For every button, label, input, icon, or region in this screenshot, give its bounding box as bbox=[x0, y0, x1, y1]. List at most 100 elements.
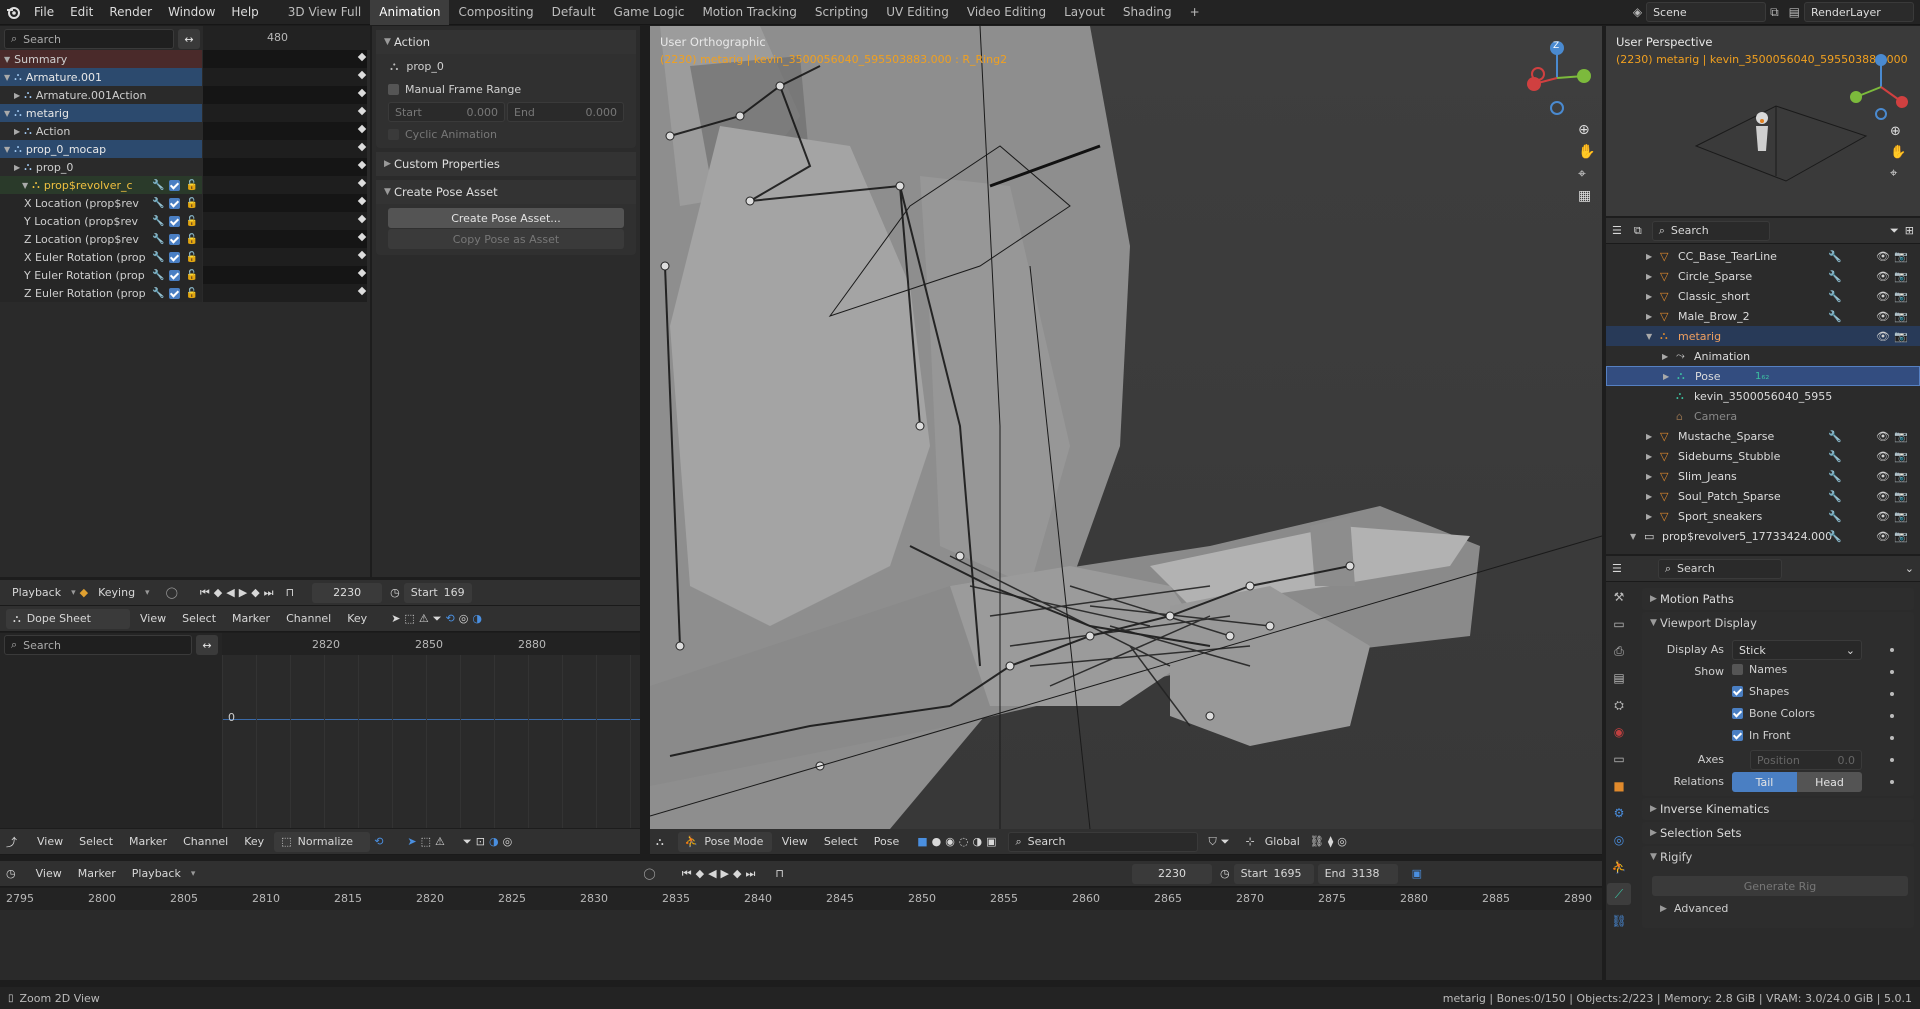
keying-menu[interactable]: Keying bbox=[92, 586, 141, 599]
pivot-icon[interactable]: ⊡ bbox=[476, 835, 485, 848]
menu-render[interactable]: Render bbox=[101, 0, 160, 25]
view-layer-selector[interactable]: ▤ RenderLayer bbox=[1789, 2, 1914, 22]
object-tab-icon[interactable]: ■ bbox=[1607, 775, 1631, 797]
lock-icon[interactable]: 🔓 bbox=[186, 216, 198, 227]
navigation-gizmo[interactable]: Z bbox=[1522, 36, 1592, 116]
wrench-icon[interactable]: 🔧 bbox=[152, 180, 164, 191]
bone-tab-icon[interactable]: ⟋ bbox=[1607, 883, 1631, 905]
view-layer-tab-icon[interactable]: ▤ bbox=[1607, 667, 1631, 689]
workspace-tab-compositing[interactable]: Compositing bbox=[449, 0, 542, 25]
zoom-icon[interactable]: ⊕ bbox=[1578, 122, 1595, 138]
mini-navigation-gizmo[interactable] bbox=[1846, 52, 1916, 122]
display-mode-icon[interactable]: ⧉ bbox=[1634, 224, 1642, 238]
outliner-row[interactable]: ▶ ▽ Sideburns_Stubble 🔧 👁 📷 bbox=[1606, 446, 1920, 466]
editor-type-icon[interactable]: ☰ bbox=[1612, 562, 1622, 575]
keyframe-diamond-icon[interactable] bbox=[357, 196, 367, 206]
outliner-row[interactable]: ▶ ▽ Slim_Jeans 🔧 👁 📷 bbox=[1606, 466, 1920, 486]
keyframe-row[interactable] bbox=[203, 194, 367, 212]
viewport-display-header[interactable]: ▼ Viewport Display bbox=[1642, 612, 1914, 634]
next-keyframe-icon[interactable]: ◆ bbox=[733, 867, 741, 880]
outliner-row[interactable]: ▶ ▽ Sport_sneakers 🔧 👁 📷 bbox=[1606, 506, 1920, 526]
visibility-eye-icon[interactable]: 👁 bbox=[1876, 270, 1890, 283]
channel-row[interactable]: Y Euler Rotation (prop 🔧 🔓 bbox=[0, 266, 202, 284]
keyframe-area[interactable] bbox=[203, 50, 367, 302]
jump-end-icon[interactable]: ⏭ bbox=[264, 586, 274, 600]
chevron-right-icon[interactable]: ▶ bbox=[1646, 512, 1652, 521]
properties-search-input[interactable]: ⌕ Search bbox=[1657, 558, 1782, 579]
record-icon[interactable]: ◯ bbox=[643, 867, 655, 880]
channel-row[interactable]: ▶ ⛬ prop_0 bbox=[0, 158, 202, 176]
chevron-right-icon[interactable]: ▶ bbox=[1646, 312, 1652, 321]
axes-position-field[interactable]: Position 0.0 bbox=[1750, 750, 1862, 770]
cyclic-animation-row[interactable]: Cyclic Animation bbox=[376, 124, 636, 144]
channel-row[interactable]: ▼ ⛬ Armature.001 bbox=[0, 68, 202, 86]
menu-select[interactable]: Select bbox=[176, 612, 222, 625]
chevron-down-icon[interactable]: ▼ bbox=[4, 109, 10, 118]
render-camera-icon[interactable]: 📷 bbox=[1894, 490, 1908, 503]
shapes-checkbox-row[interactable]: Shapes bbox=[1732, 685, 1789, 698]
play-icon[interactable]: ▶ bbox=[239, 586, 247, 599]
channel-mute-checkbox[interactable] bbox=[168, 179, 180, 191]
outliner-row[interactable]: ▼ ▭ prop$revolver5_17733424.000 🔧 👁 📷 bbox=[1606, 526, 1920, 546]
keyframe-dot-icon[interactable] bbox=[1890, 736, 1894, 740]
zoom-icon[interactable]: ⊕ bbox=[1890, 124, 1906, 139]
outliner-row[interactable]: ⌂ Camera bbox=[1606, 406, 1920, 426]
menu-select[interactable]: Select bbox=[818, 835, 864, 848]
sync-icon[interactable]: ⟲ bbox=[446, 612, 455, 625]
keyframe-dot-icon[interactable] bbox=[1890, 692, 1894, 696]
menu-window[interactable]: Window bbox=[160, 0, 223, 25]
outliner-row[interactable]: ▶ ▽ Soul_Patch_Sparse 🔧 👁 📷 bbox=[1606, 486, 1920, 506]
render-layer-field[interactable]: RenderLayer bbox=[1804, 2, 1914, 22]
chevron-right-icon[interactable]: ▶ bbox=[1662, 352, 1668, 361]
graph-search-input[interactable]: ⌕ Search bbox=[4, 635, 192, 655]
workspace-tab-animation[interactable]: Animation bbox=[370, 0, 450, 25]
custom-properties-header[interactable]: ▶ Custom Properties bbox=[376, 152, 636, 176]
chevron-right-icon[interactable]: ▶ bbox=[1646, 472, 1652, 481]
visibility-eye-icon[interactable]: 👁 bbox=[1876, 310, 1890, 323]
select-arrow-icon[interactable]: ➤ bbox=[391, 612, 400, 625]
visibility-eye-icon[interactable]: 👁 bbox=[1876, 510, 1890, 523]
chevron-right-icon[interactable]: ▶ bbox=[1646, 272, 1652, 281]
keyframe-row[interactable] bbox=[203, 248, 367, 266]
filter-icon[interactable]: ⏷ bbox=[1221, 835, 1230, 849]
bone-colors-checkbox-row[interactable]: Bone Colors bbox=[1732, 707, 1815, 720]
in-front-checkbox-row[interactable]: In Front bbox=[1732, 729, 1791, 742]
prev-keyframe-icon[interactable]: ◆ bbox=[696, 867, 704, 880]
keyframe-dot-icon[interactable] bbox=[1890, 670, 1894, 674]
outliner-row[interactable]: ▶ ⤳ Animation bbox=[1606, 346, 1920, 366]
workspace-tab-3d-view-full[interactable]: 3D View Full bbox=[279, 0, 371, 25]
timeline-ruler[interactable]: 2795 2800 2805 2810 2815 2820 2825 2830 2835 2840… bbox=[0, 888, 1602, 910]
outliner-row[interactable]: ▶ ▽ CC_Base_TearLine 🔧 👁 📷 bbox=[1606, 246, 1920, 266]
channel-mute-checkbox[interactable] bbox=[168, 197, 180, 209]
rigify-header[interactable]: ▼ Rigify bbox=[1642, 846, 1914, 868]
play-icon[interactable]: ▶ bbox=[721, 867, 729, 880]
keyframe-diamond-icon[interactable] bbox=[357, 88, 367, 98]
channel-row[interactable]: ▼ ⛬ metarig bbox=[0, 104, 202, 122]
keyframe-row[interactable] bbox=[203, 122, 367, 140]
keyframe-diamond-icon[interactable] bbox=[357, 52, 367, 62]
link-icon[interactable]: ⛓ bbox=[1310, 835, 1324, 848]
proportional-icon[interactable]: ◎ bbox=[1337, 835, 1347, 848]
keyframe-diamond-icon[interactable] bbox=[357, 250, 367, 260]
render-camera-icon[interactable]: 📷 bbox=[1894, 450, 1908, 463]
keyframe-diamond-icon[interactable] bbox=[357, 286, 367, 296]
keyframe-dot-icon[interactable] bbox=[1890, 648, 1894, 652]
menu-channel[interactable]: Channel bbox=[280, 612, 337, 625]
autokey-icon[interactable]: ⊓ bbox=[286, 586, 295, 599]
outliner-row[interactable]: ▶ ⛬ Pose 1₆₂ bbox=[1606, 366, 1920, 386]
scene-selector[interactable]: ◈ Scene ⧉ bbox=[1633, 2, 1779, 22]
grid-icon[interactable]: ▦ bbox=[1578, 188, 1595, 204]
render-camera-icon[interactable]: 📷 bbox=[1894, 250, 1908, 263]
bone-constraint-tab-icon[interactable]: ⛓ bbox=[1607, 910, 1631, 932]
channel-row[interactable]: X Location (prop$rev 🔧 🔓 bbox=[0, 194, 202, 212]
tool-tab-icon[interactable]: ⚒ bbox=[1607, 586, 1631, 608]
jump-end-icon[interactable]: ⏭ bbox=[745, 867, 755, 881]
channel-mute-checkbox[interactable] bbox=[168, 269, 180, 281]
armature-data-tab-icon[interactable]: ⛹ bbox=[1607, 856, 1631, 878]
chevron-down-icon[interactable]: ⌄ bbox=[1905, 562, 1914, 575]
channel-mute-checkbox[interactable] bbox=[168, 215, 180, 227]
chevron-right-icon[interactable]: ▶ bbox=[1646, 492, 1652, 501]
workspace-tab-layout[interactable]: Layout bbox=[1055, 0, 1114, 25]
timeline-end-field[interactable]: End 3138 bbox=[1317, 863, 1398, 884]
start-frame-field[interactable]: Start 169 bbox=[403, 582, 472, 603]
